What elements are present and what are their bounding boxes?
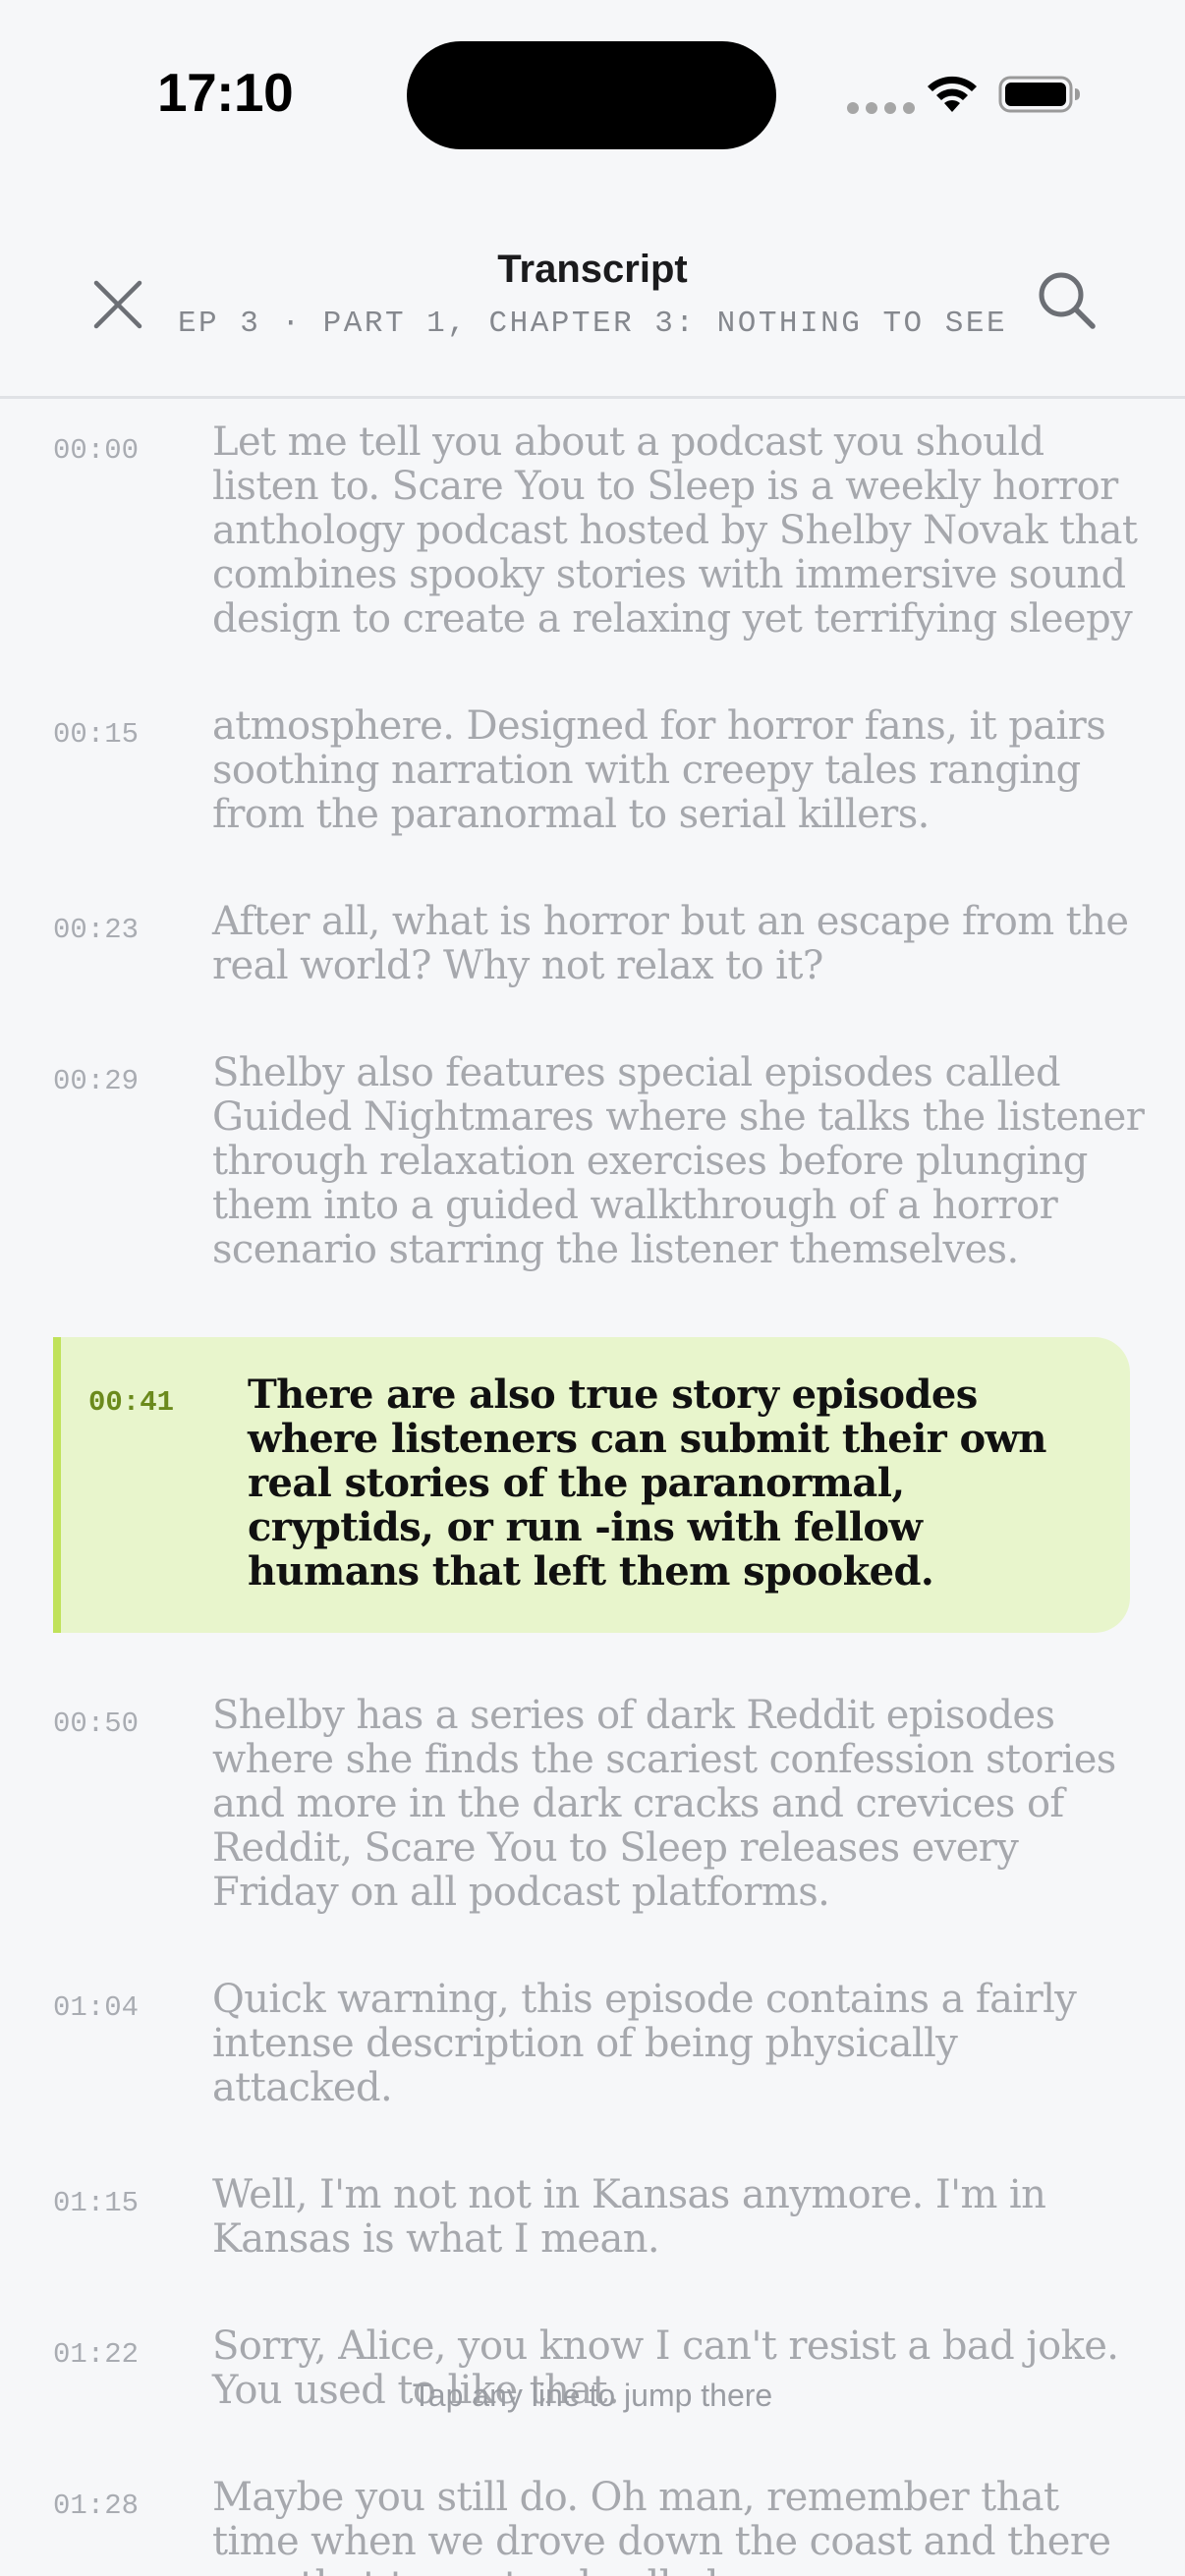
line-timestamp: 01:15 [53,2187,140,2219]
transcript-line[interactable]: 00:50 Shelby has a series of dark Reddit… [0,1676,1185,1934]
wifi-icon [928,76,977,112]
transcript-screen: 17:10 Transcript EP 3 · PART 1, CHAPTER … [0,0,1185,2576]
transcript-line[interactable]: 01:15 Well, I'm not not in Kansas anymor… [0,2156,1185,2281]
episode-subtitle: EP 3 · PART 1, CHAPTER 3: NOTHING TO SEE [177,307,1008,341]
transcript-line[interactable]: 00:00 Let me tell you about a podcast yo… [0,403,1185,661]
status-time: 17:10 [157,62,294,123]
transcript-line[interactable]: 01:28 Maybe you still do. Oh man, rememb… [0,2458,1185,2576]
transcript-line[interactable]: 00:29 Shelby also features special episo… [0,1034,1185,1292]
line-timestamp: 00:29 [53,1065,140,1097]
line-text: Let me tell you about a podcast you shou… [212,420,1138,642]
line-timestamp: 00:00 [53,434,140,467]
line-text: Well, I'm not not in Kansas anymore. I'm… [212,2172,1046,2262]
dynamic-island [407,41,776,149]
transcript-line[interactable]: 00:15 atmosphere. Designed for horror fa… [0,687,1185,857]
line-text: There are also true story episodes where… [248,1372,1046,1595]
line-timestamp: 00:15 [53,718,140,751]
cellular-signal-icon [847,102,915,114]
line-text: After all, what is horror but an escape … [212,899,1129,988]
transcript-line[interactable]: 00:23 After all, what is horror but an e… [0,882,1185,1008]
page-title: Transcript [497,248,688,291]
line-text: Shelby also features special episodes ca… [212,1050,1145,1272]
status-bar: 17:10 [0,0,1185,196]
transcript-header: Transcript EP 3 · PART 1, CHAPTER 3: NOT… [0,226,1185,399]
line-text: Quick warning, this episode contains a f… [212,1977,1077,2110]
transcript-line-active[interactable]: 00:41 There are also true story episodes… [53,1337,1130,1633]
footer-hint: Tap any line to jump there [412,2378,773,2413]
line-timestamp: 00:41 [88,1386,175,1419]
line-text: Shelby has a series of dark Reddit episo… [212,1693,1116,1915]
line-timestamp: 01:22 [53,2338,140,2371]
line-text: atmosphere. Designed for horror fans, it… [212,703,1106,837]
search-icon [1039,272,1096,329]
line-timestamp: 01:04 [53,1991,140,2024]
line-text: Maybe you still do. Oh man, remember tha… [212,2475,1111,2576]
transcript-list: 00:00 Let me tell you about a podcast yo… [0,403,1185,2576]
battery-icon [998,76,1080,113]
line-timestamp: 01:28 [53,2490,140,2522]
line-timestamp: 00:50 [53,1708,140,1740]
line-timestamp: 00:23 [53,914,140,946]
transcript-line[interactable]: 01:04 Quick warning, this episode contai… [0,1960,1185,2130]
search-button[interactable] [1028,261,1106,340]
